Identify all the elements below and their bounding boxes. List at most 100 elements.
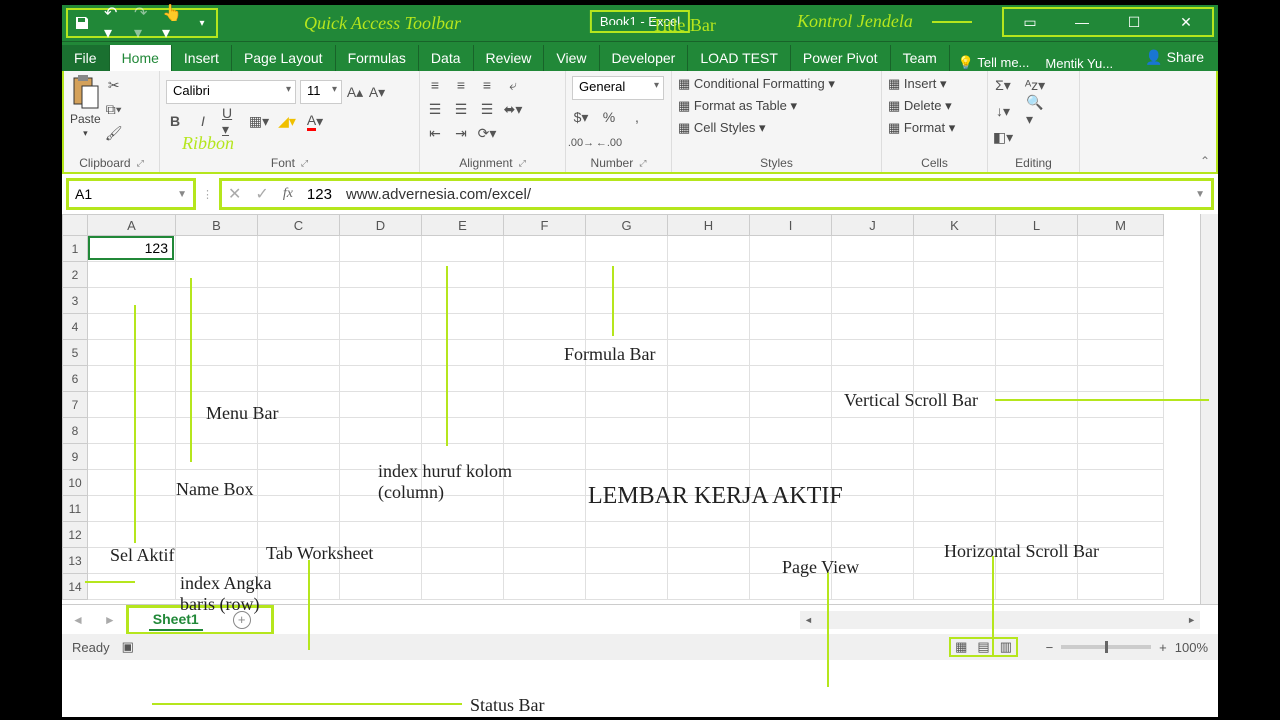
cell[interactable] — [914, 470, 996, 496]
align-top-icon[interactable]: ≡ — [426, 76, 444, 94]
cell[interactable] — [176, 548, 258, 574]
cell[interactable] — [668, 340, 750, 366]
cell[interactable] — [340, 574, 422, 600]
cell[interactable] — [258, 444, 340, 470]
row-header[interactable]: 2 — [62, 262, 88, 288]
cell[interactable] — [832, 314, 914, 340]
tab-page-layout[interactable]: Page Layout — [232, 45, 336, 71]
zoom-in-icon[interactable]: + — [1159, 640, 1167, 655]
undo-icon[interactable]: ↶ ▾ — [104, 15, 120, 31]
cut-icon[interactable]: ✂ — [105, 76, 123, 94]
cell[interactable] — [88, 392, 176, 418]
name-box-input[interactable] — [69, 182, 171, 206]
column-header[interactable]: K — [914, 214, 996, 236]
row-header[interactable]: 8 — [62, 418, 88, 444]
cell[interactable] — [750, 522, 832, 548]
cell[interactable] — [258, 236, 340, 262]
cell[interactable] — [422, 314, 504, 340]
cell[interactable] — [176, 236, 258, 262]
underline-button[interactable]: U ▾ — [222, 112, 240, 130]
cell[interactable] — [668, 418, 750, 444]
cell[interactable] — [750, 340, 832, 366]
cell[interactable] — [914, 496, 996, 522]
horizontal-scrollbar[interactable] — [800, 611, 1200, 629]
cell[interactable] — [750, 366, 832, 392]
row-header[interactable]: 3 — [62, 288, 88, 314]
decrease-indent-icon[interactable]: ⇤ — [426, 124, 444, 142]
dialog-launcher-icon[interactable]: ⤢ — [519, 158, 526, 169]
dialog-launcher-icon[interactable]: ⤢ — [137, 158, 144, 169]
cell[interactable] — [176, 522, 258, 548]
cell[interactable] — [88, 470, 176, 496]
collapse-ribbon-icon[interactable]: ⌃ — [1200, 154, 1210, 168]
cell[interactable] — [1078, 418, 1164, 444]
insert-cells-button[interactable]: ▦ Insert ▾ — [888, 76, 947, 92]
cell[interactable] — [586, 522, 668, 548]
cell[interactable] — [88, 366, 176, 392]
cell[interactable] — [422, 288, 504, 314]
column-header[interactable]: I — [750, 214, 832, 236]
sheet-nav-prev[interactable]: ◄ — [62, 613, 94, 627]
sort-filter-icon[interactable]: ᴬz▾ — [1026, 76, 1044, 94]
format-as-table-button[interactable]: ▦ Format as Table ▾ — [678, 98, 797, 114]
column-header[interactable]: A — [88, 214, 176, 236]
minimize-icon[interactable]: — — [1056, 14, 1108, 30]
zoom-level[interactable]: 100% — [1175, 640, 1208, 655]
expand-formula-icon[interactable]: ▼ — [1195, 189, 1205, 200]
format-painter-icon[interactable]: 🖌 — [105, 124, 123, 142]
cell[interactable] — [176, 288, 258, 314]
column-header[interactable]: J — [832, 214, 914, 236]
cell[interactable] — [258, 262, 340, 288]
cell[interactable] — [996, 236, 1078, 262]
cell[interactable] — [88, 314, 176, 340]
cell[interactable] — [914, 340, 996, 366]
cell[interactable] — [340, 366, 422, 392]
cell[interactable] — [88, 288, 176, 314]
tab-team[interactable]: Team — [891, 45, 950, 71]
number-format-dropdown[interactable]: General — [572, 76, 664, 100]
cell[interactable] — [504, 262, 586, 288]
row-header[interactable]: 4 — [62, 314, 88, 340]
tab-data[interactable]: Data — [419, 45, 474, 71]
row-header[interactable]: 7 — [62, 392, 88, 418]
cell[interactable] — [996, 496, 1078, 522]
cancel-icon[interactable]: ✕ — [228, 184, 241, 204]
enter-icon[interactable]: ✓ — [255, 184, 268, 204]
tab-file[interactable]: File — [62, 45, 110, 71]
cell[interactable] — [88, 574, 176, 600]
cell[interactable] — [914, 262, 996, 288]
increase-indent-icon[interactable]: ⇥ — [452, 124, 470, 142]
decrease-font-icon[interactable]: A▾ — [368, 83, 386, 101]
cell[interactable] — [832, 236, 914, 262]
cell[interactable] — [340, 418, 422, 444]
cell[interactable] — [504, 574, 586, 600]
cell[interactable] — [750, 236, 832, 262]
fill-icon[interactable]: ↓▾ — [994, 102, 1012, 120]
cell[interactable] — [832, 522, 914, 548]
tab-formulas[interactable]: Formulas — [336, 45, 419, 71]
column-header[interactable]: B — [176, 214, 258, 236]
cell[interactable] — [88, 340, 176, 366]
cell[interactable] — [832, 288, 914, 314]
macro-record-icon[interactable]: ▣ — [122, 639, 134, 655]
column-header[interactable]: H — [668, 214, 750, 236]
cell[interactable] — [750, 262, 832, 288]
cell[interactable] — [832, 366, 914, 392]
percent-icon[interactable]: % — [600, 108, 618, 126]
cell[interactable] — [914, 236, 996, 262]
namebox-dropdown-icon[interactable]: ▼ — [171, 189, 193, 200]
tab-power-pivot[interactable]: Power Pivot — [791, 45, 891, 71]
maximize-icon[interactable]: ☐ — [1108, 14, 1160, 31]
sheet-nav-next[interactable]: ► — [94, 613, 126, 627]
cell[interactable] — [586, 444, 668, 470]
cell[interactable] — [996, 340, 1078, 366]
cell[interactable] — [258, 470, 340, 496]
cell[interactable] — [1078, 444, 1164, 470]
column-header[interactable]: M — [1078, 214, 1164, 236]
row-header[interactable]: 6 — [62, 366, 88, 392]
cell[interactable] — [504, 418, 586, 444]
row-header[interactable]: 9 — [62, 444, 88, 470]
autosum-icon[interactable]: Σ▾ — [994, 76, 1012, 94]
cell[interactable] — [586, 288, 668, 314]
font-name-dropdown[interactable]: Calibri — [166, 80, 296, 104]
